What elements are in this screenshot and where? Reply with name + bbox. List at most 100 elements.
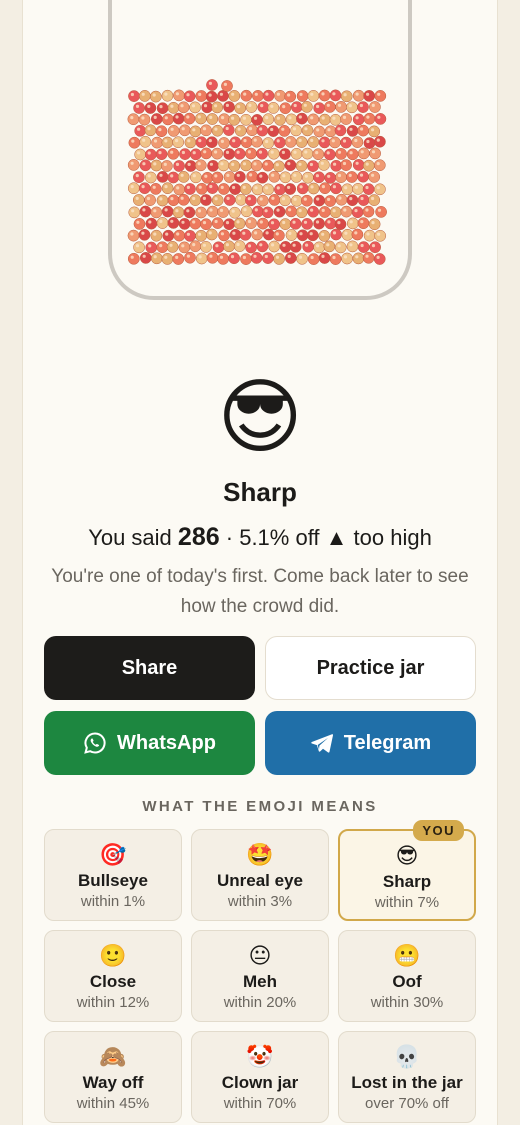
jellybean-highlight [359,103,363,108]
jellybean-highlight [130,161,134,165]
jellybean-highlight [214,127,218,131]
jellybean [285,229,298,241]
jellybean [173,160,185,172]
jellybean [150,113,163,125]
jellybean-highlight [192,174,196,178]
jellybean [184,183,196,195]
jellybean-highlight [147,151,151,155]
jellybean-highlight [292,127,297,131]
legend-name: Way off [82,1073,144,1092]
jellybean-highlight [163,162,167,166]
jellybean [128,136,141,149]
jellybean-highlight [170,127,174,131]
clown-icon: 🤡 [246,1044,274,1069]
telegram-button[interactable]: Telegram [265,711,476,775]
jellybean-highlight [243,139,247,143]
jellybean [340,205,353,218]
jellybean-highlight [320,161,324,165]
jellybean-highlight [236,242,240,247]
jellybean-highlight [203,104,208,108]
jellybean-highlight [332,92,336,96]
jellybean-highlight [225,126,229,131]
jellybean [296,112,308,125]
whatsapp-label: WhatsApp [117,731,216,754]
legend-card-sharp: YOU 😎 Sharp within 7% [338,820,476,921]
jellybean [357,241,370,253]
result-emoji: 😎 [217,372,303,463]
jellybean [351,228,364,241]
jellybean-highlight [214,174,218,178]
jellybean-highlight [186,232,190,236]
jellybean-highlight [225,150,230,154]
jellybean-highlight [270,221,275,225]
jellybean [167,217,180,229]
jellybean [340,136,352,149]
jellybean-highlight [208,81,212,85]
jellybean [279,194,291,207]
jellybean-highlight [264,162,268,166]
jellybean [189,194,202,206]
jellybean-highlight [130,232,134,236]
jellybean [144,171,157,184]
jellybean-highlight [337,221,341,225]
jellybean [252,205,264,218]
jellybean-highlight [192,220,196,224]
jellybean [296,90,309,102]
jellybean [274,89,286,102]
jellybean-highlight [153,232,157,236]
jellybean [166,241,179,253]
jellybean-highlight [264,209,268,213]
jellybean [373,159,386,172]
jellybean-highlight [287,185,291,189]
jellybean-highlight [338,196,342,200]
jellybean [155,148,168,161]
legend-range: within 1% [80,893,146,910]
whatsapp-button[interactable]: WhatsApp [44,711,255,775]
jellybean-highlight [326,151,330,155]
jellybean-highlight [348,104,352,108]
jellybean-highlight [337,244,341,248]
jellybean-highlight [365,185,369,190]
legend-card-bullseye: 🎯 Bullseye within 1% [44,829,182,921]
practice-jar-button[interactable]: Practice jar [265,636,476,700]
jellybean-highlight [221,116,225,120]
jellybean [217,90,229,102]
jellybean [200,241,212,253]
jellybean [221,80,233,92]
jellybean-highlight [316,104,320,109]
jellybean-highlight [282,220,286,225]
jellybean [357,124,370,137]
jellybean [218,229,230,242]
jellybean [329,136,341,149]
jellybean-highlight [377,92,381,96]
jellybean-highlight [366,92,370,96]
jellybean [167,171,180,184]
jellybean-highlight [209,184,213,189]
legend-range: within 70% [223,1095,297,1112]
jellybean-highlight [158,128,162,132]
jellybean [228,160,241,172]
jellybean-highlight [131,209,135,213]
jellybean [290,194,303,207]
jellybean [307,205,320,218]
jellybean [217,206,229,218]
jellybean-highlight [253,162,257,166]
jellybean [144,102,157,114]
jellybean [127,113,140,126]
jellybean-highlight [376,255,380,259]
jellybean [351,206,364,219]
jellybean [313,194,326,207]
jellybean-highlight [215,244,219,248]
jellybean [179,148,191,160]
jellybean [319,182,331,195]
jellybean [189,217,202,230]
jellybean [262,228,275,241]
jellybean-highlight [214,104,218,108]
jellybean-highlight [299,232,303,236]
share-button[interactable]: Share [44,636,255,700]
jellybean [279,148,291,160]
jellybean-highlight [202,243,206,247]
jellybean-highlight [247,150,251,154]
legend-name: Meh [243,972,277,991]
jellybean-highlight [175,209,179,213]
